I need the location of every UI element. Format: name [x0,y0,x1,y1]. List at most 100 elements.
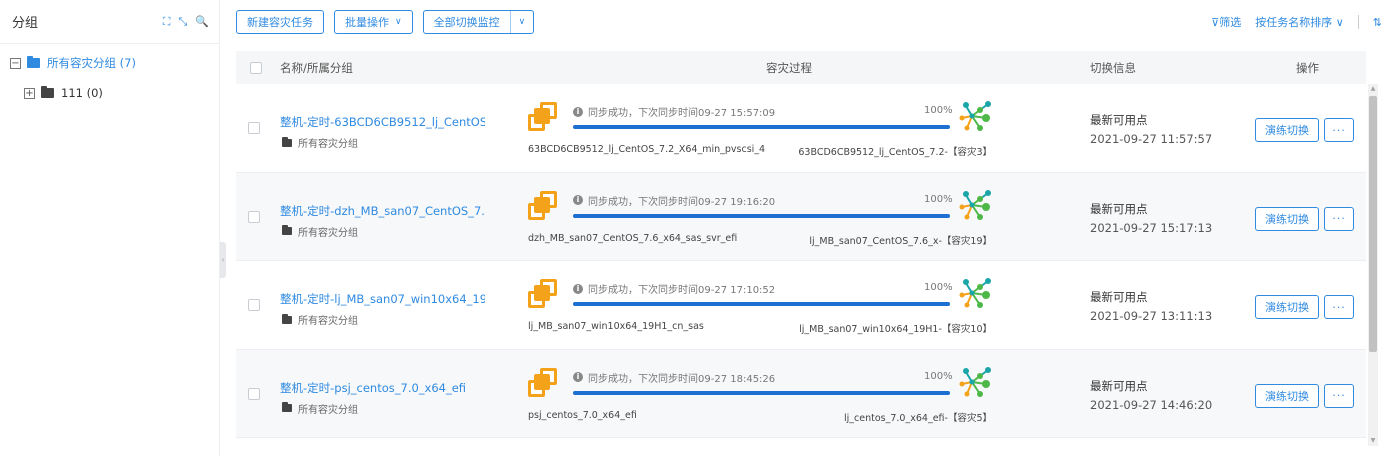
sort-order-icon[interactable]: ⇅ [1373,16,1382,29]
sort-dropdown[interactable]: 按任务名称排序 ∨ [1255,14,1344,30]
source-host: psj_centos_7.0_x64_efi [528,409,637,421]
filter-label: 筛选 [1219,16,1242,29]
more-actions-button[interactable]: ··· [1324,383,1354,408]
collapse-icon[interactable]: ⤡ [178,15,187,29]
vmware-icon [528,367,558,398]
progress-percent: 100% [924,282,953,293]
progress-bar [573,213,950,218]
scroll-up-icon[interactable]: ▲ [1368,84,1378,94]
switch-point-label: 最新可用点 [1090,201,1148,216]
split-divider [509,11,511,33]
search-icon[interactable]: 🔍 [195,15,209,29]
drill-switch-button[interactable]: 演练切换 [1255,295,1319,319]
more-actions-button[interactable]: ··· [1324,295,1354,319]
vertical-scrollbar[interactable]: ▲ ▼ [1368,84,1378,446]
target-host: 63BCD6CB9512_lj_CentOS_7.2-【容灾3】 [798,147,992,158]
sort-label: 按任务名称排序 [1255,16,1333,29]
sync-status: i 同步成功，下次同步时间09-27 15:57:09 [573,104,775,119]
task-name-link[interactable]: 整机-定时-63BCD6CB9512_lj_CentOS_7.2_... [280,114,485,130]
main-panel: 新建容灾任务 批量操作 ∨ 全部切换监控 ∨ ⊽筛选 按任务名称排序 ∨ ⇅ 名称/… [236,0,1386,456]
batch-label: 批量操作 [345,16,389,29]
tree-node-all-groups[interactable]: − 所有容灾分组 (7) [0,48,219,78]
tree-toggle-icon[interactable]: + [24,87,35,99]
filter-button[interactable]: ⊽筛选 [1211,14,1241,30]
sync-status-text: 同步成功，下次同步时间09-27 15:57:09 [588,108,776,119]
task-name-link[interactable]: 整机-定时-lj_MB_san07_win10x64_19H1_c... [280,291,485,307]
toolbar: 新建容灾任务 批量操作 ∨ 全部切换监控 ∨ ⊽筛选 按任务名称排序 ∨ ⇅ [236,0,1386,44]
folder-icon [27,56,40,68]
progress-bar [573,125,950,129]
table-row: 整机-定时-dzh_MB_san07_CentOS_7.6_x6... 所有容灾… [236,172,1366,261]
target-host: lj_MB_san07_win10x64_19H1-【容灾10】 [799,324,992,335]
tree-label: 所有容灾分组 (7) [47,56,136,70]
column-header-ops: 操作 [1296,60,1319,75]
new-task-label: 新建容灾任务 [247,16,313,29]
sync-status-text: 同步成功，下次同步时间09-27 17:10:52 [588,285,776,296]
task-group: 所有容灾分组 [282,401,358,416]
drill-switch-button[interactable]: 演练切换 [1255,206,1319,231]
more-actions-button[interactable]: ··· [1324,118,1354,142]
app-root: 分组 ⛶ ⤡ 🔍 − 所有容灾分组 (7) + 111 (0) ‹ 新建容灾任务… [0,0,1392,456]
progress-bar-fill [573,125,950,129]
select-all-checkbox[interactable] [250,61,262,74]
sidebar-header: 分组 ⛶ ⤡ 🔍 [0,0,219,44]
table-header: 名称/所属分组 容灾过程 切换信息 操作 [236,51,1366,84]
sync-status: i 同步成功，下次同步时间09-27 19:16:20 [573,193,775,208]
row-checkbox[interactable] [248,387,260,400]
info-icon: i [573,372,583,382]
source-host: lj_MB_san07_win10x64_19H1_cn_sas [528,321,704,332]
column-header-switch: 切换信息 [1090,60,1136,75]
info-icon: i [573,106,583,117]
platform-network-icon [959,366,991,397]
source-host: dzh_MB_san07_CentOS_7.6_x64_sas_svr_efi [528,232,738,244]
target-host: lj_centos_7.0_x64_efi-【容灾5】 [844,412,992,424]
task-name-link[interactable]: 整机-定时-psj_centos_7.0_x64_efi [280,380,466,396]
row-checkbox[interactable] [248,122,260,134]
source-host: 63BCD6CB9512_lj_CentOS_7.2_X64_min_pvscs… [528,144,766,155]
task-group: 所有容灾分组 [282,312,358,327]
switch-point-label: 最新可用点 [1090,113,1148,127]
sync-status: i 同步成功，下次同步时间09-27 17:10:52 [573,281,775,296]
vmware-icon [528,190,558,221]
switch-point-label: 最新可用点 [1090,378,1148,393]
switch-point-time: 2021-09-27 11:57:57 [1090,132,1213,146]
scroll-thumb[interactable] [1369,96,1377,352]
chevron-down-icon[interactable]: ∨ [519,17,526,27]
sync-status: i 同步成功，下次同步时间09-27 18:45:26 [573,370,775,385]
switch-point-label: 最新可用点 [1090,290,1148,304]
info-icon: i [573,195,583,205]
tree-node-111[interactable]: + 111 (0) [0,78,219,108]
drill-switch-button[interactable]: 演练切换 [1255,118,1319,142]
folder-icon [282,313,292,324]
tree-toggle-icon[interactable]: − [10,57,21,69]
switch-monitor-label: 全部切换监控 [433,16,500,29]
switch-point-time: 2021-09-27 14:46:20 [1090,397,1213,412]
more-actions-button[interactable]: ··· [1324,206,1354,231]
chevron-down-icon: ∨ [1335,16,1344,29]
new-task-button[interactable]: 新建容灾任务 [236,10,324,34]
sidebar-collapse-handle[interactable]: ‹ [220,242,226,278]
drill-switch-button[interactable]: 演练切换 [1255,383,1319,408]
switch-point-time: 2021-09-27 15:17:13 [1090,220,1213,235]
progress-percent: 100% [924,105,953,116]
platform-network-icon [959,278,991,308]
task-group-label: 所有容灾分组 [298,139,358,150]
scroll-down-icon[interactable]: ▼ [1368,436,1378,446]
sidebar-tools: ⛶ ⤡ 🔍 [163,15,209,29]
switch-monitor-button[interactable]: 全部切换监控 ∨ [422,10,535,34]
task-list: 整机-定时-63BCD6CB9512_lj_CentOS_7.2_... 所有容… [236,84,1366,438]
folder-icon [282,402,292,412]
vmware-icon [528,279,558,309]
group-sidebar: 分组 ⛶ ⤡ 🔍 − 所有容灾分组 (7) + 111 (0) [0,0,220,456]
row-checkbox[interactable] [248,299,260,311]
column-header-name: 名称/所属分组 [280,60,353,75]
divider [1357,15,1359,29]
batch-operation-button[interactable]: 批量操作 ∨ [334,10,413,34]
switch-point-time: 2021-09-27 13:11:13 [1090,309,1213,323]
row-checkbox[interactable] [248,210,260,223]
task-name-link[interactable]: 整机-定时-dzh_MB_san07_CentOS_7.6_x6... [280,203,485,219]
sidebar-title: 分组 [12,16,39,31]
progress-bar-fill [573,302,950,306]
tree-label: 111 (0) [61,86,103,100]
expand-icon[interactable]: ⛶ [163,15,171,29]
